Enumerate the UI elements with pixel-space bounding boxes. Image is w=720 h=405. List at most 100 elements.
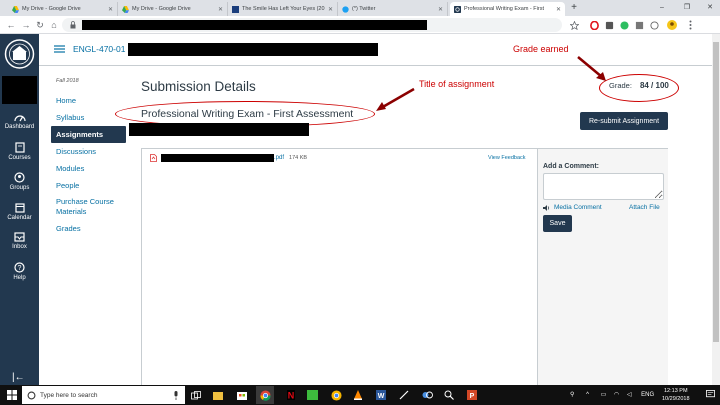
- google-drive-icon: [122, 5, 129, 13]
- global-nav-dashboard[interactable]: Dashboard: [0, 110, 39, 140]
- explorer-icon[interactable]: [212, 389, 224, 401]
- scrollbar-thumb[interactable]: [713, 42, 719, 342]
- vlc-icon[interactable]: [352, 389, 364, 401]
- people-app-icon[interactable]: [421, 389, 433, 401]
- word-icon[interactable]: W: [375, 389, 387, 401]
- clock-date: 10/29/2018: [662, 396, 690, 402]
- maximize-button[interactable]: ❐: [680, 2, 694, 14]
- search-app-icon[interactable]: [443, 389, 455, 401]
- chrome-taskbar-icon[interactable]: [256, 386, 274, 404]
- submission-file-area: .pdf 174 KB View Feedback: [142, 149, 537, 386]
- close-tab-icon[interactable]: ✕: [556, 6, 561, 13]
- close-window-button[interactable]: ✕: [703, 2, 717, 14]
- menu-dots-icon[interactable]: [685, 20, 695, 30]
- global-nav-calendar[interactable]: Calendar: [0, 200, 39, 230]
- global-nav-courses[interactable]: Courses: [0, 140, 39, 170]
- clock-time: 12:13 PM: [663, 388, 688, 394]
- browser-tab-2[interactable]: My Drive - Google Drive ✕: [118, 2, 228, 16]
- close-tab-icon[interactable]: ✕: [218, 6, 223, 13]
- speaker-icon: [543, 204, 550, 211]
- comment-sidebar: Add a Comment: Media Comment Attach File…: [537, 149, 668, 386]
- account-avatar[interactable]: [2, 76, 37, 104]
- browser-tab-3[interactable]: The Smile Has Left Your Eyes (20 ✕: [228, 2, 338, 16]
- course-nav-assignments[interactable]: Assignments: [51, 126, 126, 143]
- taskbar-clock[interactable]: 12:13 PM 10/29/2018: [662, 387, 690, 403]
- evernote-extension-icon[interactable]: [619, 20, 629, 30]
- notification-icon[interactable]: [706, 390, 715, 399]
- profile-avatar-icon[interactable]: [667, 20, 677, 30]
- university-logo[interactable]: [3, 38, 36, 70]
- media-comment-link[interactable]: Media Comment: [543, 204, 602, 211]
- store-icon[interactable]: [236, 389, 248, 401]
- global-nav-help[interactable]: ? Help: [0, 260, 39, 290]
- opera-extension-icon[interactable]: [589, 20, 599, 30]
- extension-icon[interactable]: [634, 20, 644, 30]
- close-tab-icon[interactable]: ✕: [438, 6, 443, 13]
- page-scrollbar[interactable]: [712, 34, 720, 385]
- annotation-grade-circle: [599, 74, 679, 102]
- course-nav-purchase-materials[interactable]: Purchase Course Materials: [51, 194, 126, 220]
- battery-icon[interactable]: ▭: [601, 392, 607, 398]
- svg-text:N: N: [288, 391, 295, 401]
- course-header: ENGL-470-01 Grade earned: [39, 34, 720, 66]
- system-tray: ⚲ ^ ▭ ◠ ◁ ENG: [570, 391, 654, 398]
- language-indicator[interactable]: ENG: [641, 392, 654, 398]
- global-nav-inbox[interactable]: Inbox: [0, 230, 39, 260]
- collapse-nav-icon[interactable]: |←: [12, 372, 25, 383]
- course-nav-modules[interactable]: Modules: [51, 160, 126, 177]
- comment-textarea[interactable]: [543, 173, 664, 200]
- browser-tab-4[interactable]: (*) Twitter ✕: [338, 2, 448, 16]
- course-nav-syllabus[interactable]: Syllabus: [51, 109, 126, 126]
- taskbar-search-box[interactable]: Type here to search: [22, 386, 185, 404]
- help-icon: ?: [14, 262, 25, 273]
- reload-icon[interactable]: ↻: [35, 19, 45, 31]
- pen-app-icon[interactable]: [398, 389, 410, 401]
- svg-text:W: W: [378, 393, 385, 400]
- star-icon[interactable]: [569, 20, 579, 30]
- home-icon[interactable]: ⌂: [49, 19, 59, 31]
- cortana-icon: [27, 391, 36, 399]
- global-nav-groups[interactable]: Groups: [0, 170, 39, 200]
- resubmit-assignment-button[interactable]: Re-submit Assignment: [580, 112, 668, 130]
- microphone-icon[interactable]: [173, 390, 179, 400]
- powerpoint-icon[interactable]: P: [466, 389, 478, 401]
- annotation-title-of-assignment: Title of assignment: [419, 79, 495, 89]
- wifi-icon[interactable]: ◠: [614, 392, 619, 398]
- course-code-breadcrumb[interactable]: ENGL-470-01: [73, 44, 125, 54]
- course-nav-home[interactable]: Home: [51, 92, 126, 109]
- extension-icon[interactable]: [604, 20, 614, 30]
- windows-taskbar: Type here to search N W P ⚲ ^ ▭ ◠ ◁ ENG …: [0, 385, 720, 405]
- back-arrow-icon[interactable]: ←: [6, 19, 16, 31]
- task-view-icon[interactable]: [190, 389, 202, 401]
- file-extension[interactable]: .pdf: [274, 155, 284, 161]
- minimize-button[interactable]: –: [655, 2, 669, 14]
- forward-arrow-icon[interactable]: →: [21, 19, 31, 31]
- redacted-file-name[interactable]: [161, 154, 274, 162]
- browser-tab-1[interactable]: My Drive - Google Drive ✕: [8, 2, 118, 16]
- course-nav-people[interactable]: People: [51, 177, 126, 194]
- person-icon[interactable]: ⚲: [570, 392, 574, 398]
- redacted-url: [82, 20, 427, 30]
- hamburger-menu-icon[interactable]: [54, 45, 65, 53]
- twitter-icon: [342, 5, 349, 13]
- netflix-icon[interactable]: N: [285, 389, 297, 401]
- submission-panel: .pdf 174 KB View Feedback Add a Comment:…: [141, 148, 668, 386]
- extension-icon[interactable]: [649, 20, 659, 30]
- attach-file-link[interactable]: Attach File: [629, 204, 660, 211]
- windows-start-icon[interactable]: [7, 390, 17, 400]
- course-nav-grades[interactable]: Grades: [51, 220, 126, 237]
- address-bar[interactable]: [62, 18, 562, 32]
- close-tab-icon[interactable]: ✕: [328, 6, 333, 13]
- file-size: 174 KB: [289, 155, 308, 161]
- chrome-icon[interactable]: [330, 389, 342, 401]
- view-feedback-link[interactable]: View Feedback: [488, 155, 526, 161]
- course-nav-discussions[interactable]: Discussions: [51, 143, 126, 160]
- chevron-up-icon[interactable]: ^: [586, 392, 589, 398]
- save-comment-button[interactable]: Save: [543, 215, 572, 232]
- add-comment-label: Add a Comment:: [543, 163, 599, 170]
- hulu-icon[interactable]: [306, 389, 318, 401]
- browser-tab-5-active[interactable]: Professional Writing Exam - First ✕: [450, 2, 565, 16]
- new-tab-button[interactable]: +: [569, 3, 579, 13]
- volume-icon[interactable]: ◁: [627, 392, 632, 398]
- close-tab-icon[interactable]: ✕: [108, 6, 113, 13]
